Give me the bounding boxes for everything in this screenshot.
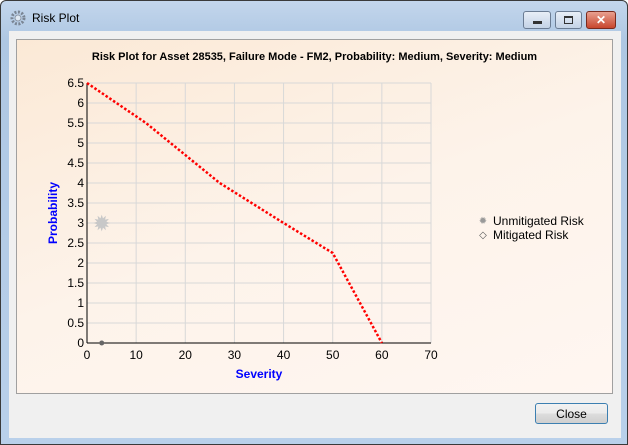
y-tick-label: 1.5: [67, 276, 84, 290]
legend-label: Unmitigated Risk: [493, 214, 584, 228]
x-axis-label: Severity: [236, 367, 283, 381]
mitigated-risk-point: [99, 340, 105, 346]
legend-label: Mitigated Risk: [493, 228, 569, 242]
x-tick-label: 30: [228, 348, 242, 362]
y-axis-label: Probability: [46, 182, 60, 244]
chart-panel: Risk Plot for Asset 28535, Failure Mode …: [16, 39, 613, 394]
x-tick-label: 60: [375, 348, 389, 362]
y-tick-label: 3: [77, 216, 84, 230]
title-bar[interactable]: Risk Plot ✕: [1, 1, 627, 31]
maximize-button[interactable]: [555, 11, 582, 29]
x-tick-label: 0: [84, 348, 91, 362]
legend: ✹ Unmitigated Risk ◇ Mitigated Risk: [473, 214, 584, 242]
y-tick-label: 2: [77, 256, 84, 270]
legend-item-mitigated: ◇ Mitigated Risk: [473, 228, 584, 242]
close-icon: ✕: [595, 13, 607, 27]
y-tick-label: 6: [77, 96, 84, 110]
minimize-button[interactable]: [523, 11, 551, 29]
x-tick-label: 50: [326, 348, 340, 362]
y-tick-label: 3.5: [67, 196, 84, 210]
client-area: Risk Plot for Asset 28535, Failure Mode …: [9, 31, 621, 438]
y-tick-label: 1: [77, 296, 84, 310]
y-tick-label: 4.5: [67, 156, 84, 170]
diamond-icon: ◇: [479, 229, 487, 241]
y-tick-label: 5.5: [67, 116, 84, 130]
y-tick-label: 4: [77, 176, 84, 190]
risk-plot-window: Risk Plot ✕ Risk Plot for Asset 28535, F…: [0, 0, 628, 445]
y-tick-label: 0.5: [67, 316, 84, 330]
minimize-icon: [532, 21, 542, 24]
y-tick-label: 0: [77, 336, 84, 350]
x-tick-label: 20: [179, 348, 193, 362]
unmitigated-risk-point: ✹: [93, 211, 111, 236]
y-tick-label: 6.5: [67, 76, 84, 90]
starburst-icon: ✹: [478, 215, 488, 227]
y-tick-label: 2.5: [67, 236, 84, 250]
window-title: Risk Plot: [32, 11, 80, 25]
close-window-button[interactable]: ✕: [586, 11, 616, 29]
x-tick-label: 70: [424, 348, 438, 362]
x-tick-label: 10: [129, 348, 143, 362]
close-button[interactable]: Close: [535, 403, 608, 424]
legend-item-unmitigated: ✹ Unmitigated Risk: [473, 214, 584, 228]
maximize-icon: [564, 16, 573, 24]
x-tick-label: 40: [277, 348, 291, 362]
gear-icon: [10, 10, 26, 26]
y-tick-label: 5: [77, 136, 84, 150]
